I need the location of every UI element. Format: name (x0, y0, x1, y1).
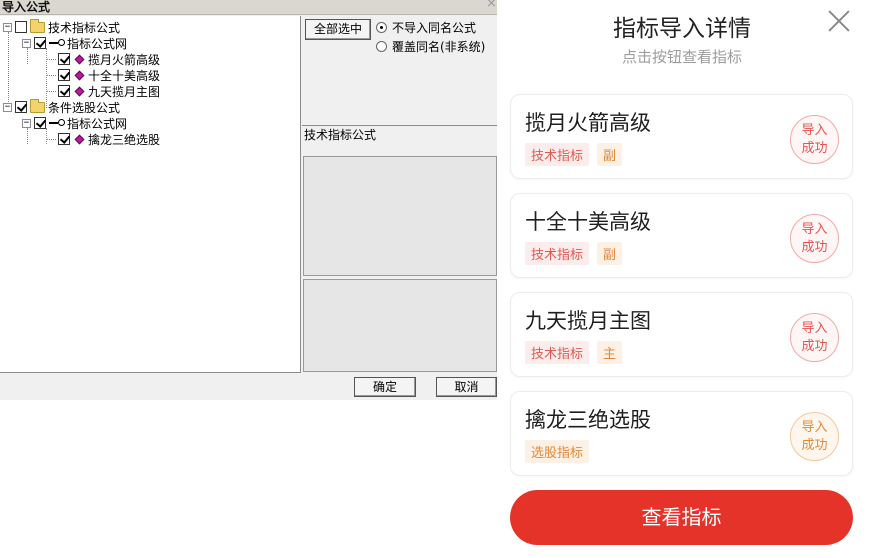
formula-info-header: 技术指标公式 (302, 125, 497, 153)
import-success-badge: 导入 成功 (790, 412, 839, 461)
radio-button-selected[interactable] (376, 22, 387, 33)
tree-checkbox[interactable] (34, 37, 46, 49)
badge-line-2: 成功 (801, 339, 828, 354)
indicator-type-tag: 选股指标 (525, 440, 590, 463)
radio-label: 不导入同名公式 (392, 21, 477, 35)
tree-checkbox[interactable] (58, 69, 70, 81)
indicator-name: 擒龙三绝选股 (525, 408, 651, 432)
tree-node-condition-formula-net[interactable]: − 指标公式网 (22, 115, 127, 131)
radio-button[interactable] (376, 41, 387, 52)
import-details-sheet: 指标导入详情 点击按钮查看指标 揽月火箭高级 技术指标 副 导入 成功 十全十美… (497, 0, 875, 558)
radio-label: 覆盖同名(非系统) (392, 40, 486, 54)
import-success-badge: 导入 成功 (790, 214, 839, 263)
collapse-toggle-icon[interactable]: − (3, 22, 12, 32)
tree-node-label: 十全十美高级 (88, 68, 161, 83)
folder-icon (30, 18, 45, 33)
sheet-subtitle: 点击按钮查看指标 (621, 48, 742, 66)
collapse-toggle-icon[interactable]: − (22, 38, 31, 48)
badge-line-1: 导入 (801, 420, 828, 435)
tree-node-formula-4[interactable]: 擒龙三绝选股 (58, 131, 160, 147)
close-icon[interactable] (825, 7, 853, 35)
indicator-type-tag: 技术指标 (525, 143, 590, 166)
indicator-position-tag: 副 (597, 242, 623, 265)
indicator-card[interactable]: 十全十美高级 技术指标 副 导入 成功 (510, 193, 853, 278)
indicator-card[interactable]: 九天揽月主图 技术指标 主 导入 成功 (510, 292, 853, 377)
tree-node-formula-3[interactable]: 九天揽月主图 (58, 83, 160, 99)
indicator-name: 十全十美高级 (525, 210, 651, 234)
formula-gem-icon (74, 86, 85, 96)
formula-gem-icon (74, 134, 85, 144)
select-all-button[interactable]: 全部选中 (305, 19, 371, 40)
indicator-tags: 技术指标 副 (525, 242, 623, 265)
cancel-button[interactable]: 取消 (436, 377, 497, 397)
formula-description-panel (303, 156, 497, 276)
radio-skip-same-name[interactable]: 不导入同名公式 (376, 20, 476, 35)
tree-node-label: 揽月火箭高级 (88, 52, 161, 67)
dialog-title-bar: 导入公式 × (0, 0, 497, 15)
tree-node-condition-formulas[interactable]: − 条件选股公式 (3, 98, 121, 115)
tree-checkbox[interactable] (58, 53, 70, 65)
tree-node-label: 九天揽月主图 (88, 84, 161, 99)
tree-node-label: 指标公式网 (67, 116, 128, 131)
formula-type-label: 技术指标公式 (304, 128, 377, 142)
tree-node-formula-1[interactable]: 揽月火箭高级 (58, 51, 160, 67)
indicator-type-tag: 技术指标 (525, 341, 590, 364)
indicator-tags: 技术指标 主 (525, 341, 623, 364)
tree-checkbox[interactable] (34, 117, 46, 129)
key-icon (49, 38, 65, 48)
indicator-name: 九天揽月主图 (525, 309, 651, 333)
tree-node-label: 擒龙三绝选股 (88, 132, 161, 147)
tree-checkbox[interactable] (15, 21, 27, 33)
badge-line-1: 导入 (801, 222, 828, 237)
badge-line-2: 成功 (801, 438, 828, 453)
dialog-close-icon[interactable]: × (486, 0, 497, 11)
key-icon (49, 118, 65, 128)
formula-gem-icon (74, 70, 85, 80)
tree-node-formula-2[interactable]: 十全十美高级 (58, 67, 160, 83)
indicator-card[interactable]: 揽月火箭高级 技术指标 副 导入 成功 (510, 94, 853, 179)
import-success-badge: 导入 成功 (790, 313, 839, 362)
dialog-title: 导入公式 (2, 0, 51, 14)
indicator-tags: 选股指标 (525, 440, 590, 463)
tree-node-tech-formulas[interactable]: − 技术指标公式 (3, 18, 121, 35)
indicator-tags: 技术指标 副 (525, 143, 623, 166)
badge-line-2: 成功 (801, 240, 828, 255)
tree-node-label: 条件选股公式 (48, 100, 121, 115)
indicator-name: 揽月火箭高级 (525, 111, 651, 135)
import-success-badge: 导入 成功 (790, 115, 839, 164)
tree-checkbox[interactable] (58, 133, 70, 145)
collapse-toggle-icon[interactable]: − (3, 102, 12, 112)
view-indicators-button[interactable]: 查看指标 (510, 490, 853, 545)
tree-checkbox[interactable] (58, 85, 70, 97)
badge-line-2: 成功 (801, 141, 828, 156)
radio-overwrite-same-name[interactable]: 覆盖同名(非系统) (376, 39, 485, 54)
formula-tree: − 技术指标公式 − 指标公式网 揽月火箭高级 十全十美高级 九天揽月主图 − … (0, 16, 301, 373)
ok-button[interactable]: 确定 (354, 377, 416, 397)
collapse-toggle-icon[interactable]: − (22, 118, 31, 128)
badge-line-1: 导入 (801, 123, 828, 138)
import-formula-dialog: 导入公式 × − 技术指标公式 − 指标公式网 揽月火箭高级 十全十美高级 九天… (0, 0, 497, 400)
formula-gem-icon (74, 54, 85, 64)
indicator-position-tag: 主 (597, 341, 623, 364)
tree-checkbox[interactable] (15, 101, 27, 113)
tree-node-label: 指标公式网 (67, 36, 128, 51)
formula-params-panel (303, 279, 497, 372)
indicator-position-tag: 副 (597, 143, 623, 166)
indicator-card[interactable]: 擒龙三绝选股 选股指标 导入 成功 (510, 391, 853, 476)
folder-icon (30, 98, 45, 113)
tree-node-tech-formula-net[interactable]: − 指标公式网 (22, 35, 127, 51)
sheet-title: 指标导入详情 (613, 16, 751, 42)
badge-line-1: 导入 (801, 321, 828, 336)
tree-node-label: 技术指标公式 (48, 20, 121, 35)
indicator-type-tag: 技术指标 (525, 242, 590, 265)
